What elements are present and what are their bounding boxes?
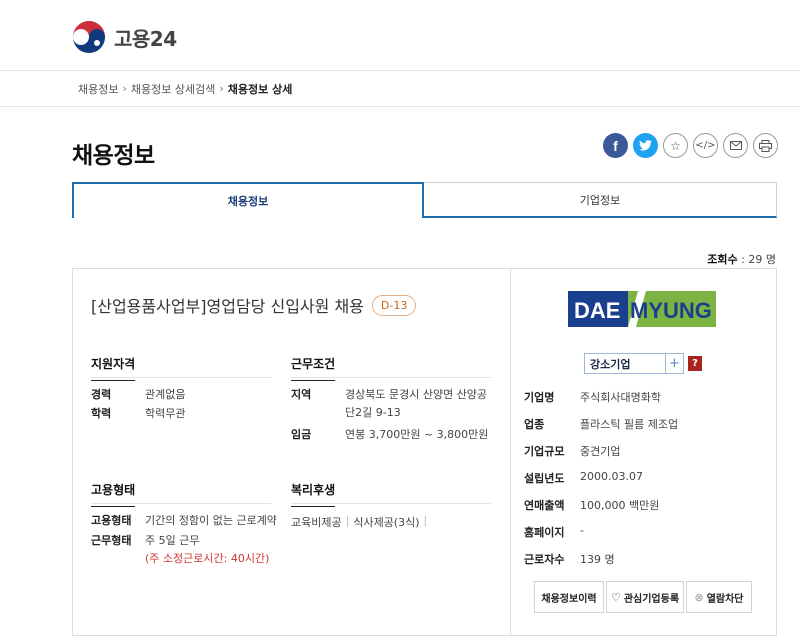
company-value: 139 명 xyxy=(580,553,615,566)
taegeuk-logo-icon xyxy=(72,20,106,54)
view-count-label: 조회수 xyxy=(707,253,738,266)
info-key: 경력 xyxy=(91,388,112,401)
company-badge[interactable]: 강소기업 + xyxy=(584,353,684,374)
separator: | xyxy=(345,514,350,527)
company-row: 업종 플라스틱 필름 제조업 xyxy=(524,416,678,432)
interest-company-label: 관심기업등록 xyxy=(623,593,680,605)
info-row: 임금 연봉 3,700만원 ~ 3,800만원 xyxy=(291,426,488,444)
info-value: 관계없음 xyxy=(145,388,186,401)
info-key: 임금 xyxy=(291,428,312,441)
print-icon[interactable] xyxy=(753,133,778,158)
section-divider xyxy=(291,503,491,504)
interest-company-button[interactable]: ♡ 관심기업등록 xyxy=(606,581,684,613)
breadcrumb: 채용정보 › 채용정보 상세검색 › 채용정보 상세 xyxy=(0,71,800,107)
view-count-value: : 29 명 xyxy=(741,253,776,266)
breadcrumb-current: 채용정보 상세 xyxy=(227,82,293,96)
info-value: 경상북도 문경시 산양면 산양공 단2길 9-13 xyxy=(345,386,487,422)
tab-job-info[interactable]: 채용정보 xyxy=(72,182,424,218)
job-history-label: 채용정보이력 xyxy=(541,593,597,605)
heart-icon: ♡ xyxy=(610,590,621,604)
dday-badge: D-13 xyxy=(371,294,417,316)
company-key: 홈페이지 xyxy=(524,526,565,539)
work-shape: 주 5일 근무 xyxy=(145,534,200,547)
share-toolbar: f ☆ </> xyxy=(603,133,778,158)
plus-icon[interactable]: + xyxy=(665,354,683,373)
section-divider xyxy=(91,503,271,504)
company-row: 설립년도 2000.03.07 xyxy=(524,470,643,486)
welfare-list: 교육비제공 | 식사제공(3식) | xyxy=(291,514,431,530)
star-icon[interactable]: ☆ xyxy=(663,133,688,158)
company-value: 2000.03.07 xyxy=(580,470,643,483)
job-history-button[interactable]: 채용정보이력 xyxy=(534,581,604,613)
block-view-label: 열람차단 xyxy=(706,593,744,605)
separator: | xyxy=(423,514,428,527)
info-value: 주 5일 근무 (주 소정근로시간: 40시간) xyxy=(145,532,269,568)
company-panel: DAE MYUNG 강소기업 + ? 기업명 주식회사대명화학 업종 플라스틱 … xyxy=(510,269,778,635)
company-row: 기업명 주식회사대명화학 xyxy=(524,389,661,405)
company-value: - xyxy=(580,524,584,537)
page-title: 채용정보 xyxy=(72,143,155,169)
company-row: 연매출액 100,000 백만원 xyxy=(524,497,659,513)
view-count: 조회수 : 29 명 xyxy=(707,251,776,267)
tab-bar: 채용정보 기업정보 xyxy=(72,182,777,218)
info-key: 근무형태 xyxy=(91,534,132,547)
info-row: 지역 경상북도 문경시 산양면 산양공 단2길 9-13 xyxy=(291,386,487,422)
code-icon[interactable]: </> xyxy=(693,133,718,158)
info-row: 경력 관계없음 xyxy=(91,386,185,404)
company-key: 근로자수 xyxy=(524,553,565,566)
site-logo[interactable]: 고용24 xyxy=(72,20,177,54)
info-value: 학력무관 xyxy=(145,407,186,420)
company-row: 근로자수 139 명 xyxy=(524,551,615,567)
company-row: 기업규모 중견기업 xyxy=(524,443,620,459)
work-hours-note: (주 소정근로시간: 40시간) xyxy=(145,552,270,565)
twitter-icon[interactable] xyxy=(633,133,658,158)
info-key: 고용형태 xyxy=(91,514,132,527)
company-key: 업종 xyxy=(524,418,545,431)
block-icon: ⊗ xyxy=(694,590,704,604)
chevron-right-icon: › xyxy=(122,82,127,95)
badge-label: 강소기업 xyxy=(590,357,631,371)
company-row: 홈페이지 - xyxy=(524,524,584,540)
chevron-right-icon: › xyxy=(219,82,224,95)
job-title-text: [산업용품사업부]영업담당 신입사원 채용 xyxy=(91,297,364,316)
company-value: 중견기업 xyxy=(580,445,621,458)
logo-text-right: MYUNG xyxy=(630,298,712,323)
info-key: 학력 xyxy=(91,407,112,420)
welfare-item: 식사제공(3식) xyxy=(353,516,420,529)
help-icon[interactable]: ? xyxy=(688,356,702,371)
company-key: 설립년도 xyxy=(524,472,565,485)
info-row: 고용형태 기간의 정함이 없는 근로계약 xyxy=(91,512,277,530)
region-line-1: 경상북도 문경시 산양면 산양공 xyxy=(345,388,488,401)
section-divider xyxy=(291,377,491,378)
info-value: 기간의 정함이 없는 근로계약 xyxy=(145,514,277,527)
mail-icon[interactable] xyxy=(723,133,748,158)
company-key: 기업명 xyxy=(524,391,555,404)
company-value: 주식회사대명화학 xyxy=(580,391,661,404)
welfare-item: 교육비제공 xyxy=(291,516,342,529)
company-logo: DAE MYUNG xyxy=(568,291,716,327)
info-row: 학력 학력무관 xyxy=(91,405,185,423)
info-key: 지역 xyxy=(291,388,312,401)
logo-text-left: DAE xyxy=(574,298,620,323)
info-row: 근무형태 주 5일 근무 (주 소정근로시간: 40시간) xyxy=(91,532,269,568)
tab-company-info[interactable]: 기업정보 xyxy=(424,182,777,218)
company-value: 플라스틱 필름 제조업 xyxy=(580,418,679,431)
breadcrumb-item[interactable]: 채용정보 상세검색 xyxy=(131,81,215,97)
facebook-icon[interactable]: f xyxy=(603,133,628,158)
logo-text: 고용24 xyxy=(114,26,177,51)
company-key: 기업규모 xyxy=(524,445,565,458)
section-divider xyxy=(91,377,271,378)
block-view-button[interactable]: ⊗ 열람차단 xyxy=(686,581,752,613)
job-detail-card: [산업용품사업부]영업담당 신입사원 채용 D-13 지원자격 경력 관계없음 … xyxy=(72,268,777,636)
info-value: 연봉 3,700만원 ~ 3,800만원 xyxy=(345,428,489,441)
region-line-2: 단2길 9-13 xyxy=(345,406,401,419)
company-key: 연매출액 xyxy=(524,499,565,512)
breadcrumb-item[interactable]: 채용정보 xyxy=(78,81,118,97)
job-title: [산업용품사업부]영업담당 신입사원 채용 D-13 xyxy=(91,293,417,317)
site-header: 고용24 xyxy=(0,0,800,71)
company-value: 100,000 백만원 xyxy=(580,499,660,512)
